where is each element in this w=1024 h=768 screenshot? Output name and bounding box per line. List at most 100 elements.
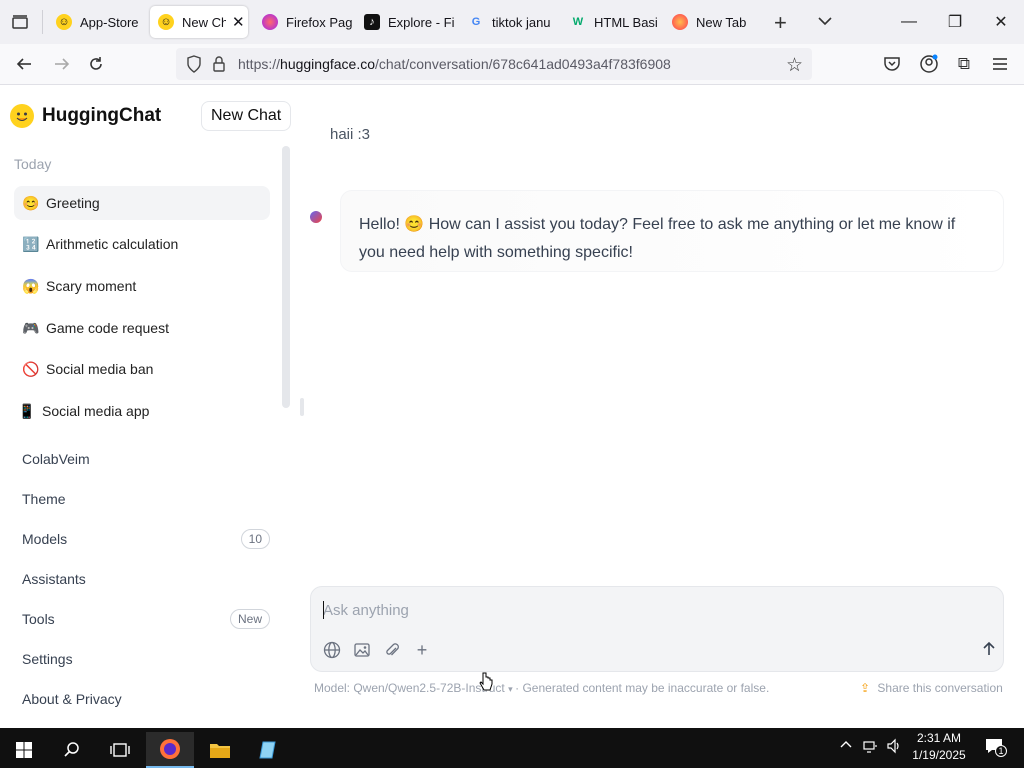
browser-nav-bar: https://huggingface.co/chat/conversation… bbox=[0, 44, 1024, 85]
firefox-icon bbox=[262, 14, 278, 30]
tab-tiktok-explore[interactable]: ♪ Explore - Fi bbox=[356, 6, 454, 38]
tab-overview-icon[interactable] bbox=[10, 12, 30, 32]
windows-taskbar: 2:31 AM 1/19/2025 1 bbox=[0, 728, 1024, 768]
theme-toggle[interactable]: Theme bbox=[22, 487, 270, 511]
about-privacy-link[interactable]: About & Privacy bbox=[22, 687, 270, 711]
section-label-today: Today bbox=[14, 156, 52, 172]
close-window-button[interactable]: ✕ bbox=[978, 0, 1024, 44]
conversation-scary-moment[interactable]: 😱 Scary moment bbox=[14, 269, 270, 303]
tab-google-search[interactable]: G tiktok janu bbox=[460, 6, 558, 38]
file-explorer-icon[interactable] bbox=[196, 732, 244, 768]
close-tab-icon[interactable]: ✕ bbox=[232, 13, 245, 31]
conversation-label: Scary moment bbox=[46, 278, 137, 294]
restore-button[interactable]: ❐ bbox=[932, 0, 978, 44]
conversation-label: Social media app bbox=[42, 403, 150, 419]
account-icon[interactable] bbox=[917, 52, 941, 76]
task-view-icon[interactable] bbox=[96, 732, 144, 768]
tracking-shield-icon[interactable] bbox=[186, 55, 202, 78]
notepad-icon[interactable] bbox=[244, 732, 292, 768]
emoji-icon: 📱 bbox=[18, 402, 36, 419]
back-arrow-icon[interactable] bbox=[12, 52, 36, 76]
assistant-message-line: Hello! 😊 How can I assist you today? Fee… bbox=[359, 216, 956, 233]
conversation-greeting[interactable]: 😊 Greeting bbox=[14, 186, 270, 220]
lock-icon[interactable] bbox=[212, 55, 226, 78]
show-hidden-icons-chevron-icon[interactable] bbox=[840, 738, 852, 754]
emoji-icon: 🔢 bbox=[22, 235, 40, 252]
clock-time: 2:31 AM bbox=[916, 731, 962, 745]
model-selector-link[interactable]: Model: Qwen/Qwen2.5-72B-Instruct bbox=[314, 681, 505, 695]
models-count-badge: 10 bbox=[240, 529, 270, 549]
web-search-globe-icon[interactable] bbox=[321, 639, 343, 661]
attachment-paperclip-icon[interactable] bbox=[381, 639, 403, 661]
new-tab-plus-icon[interactable]: + bbox=[774, 10, 787, 36]
send-button[interactable] bbox=[975, 635, 1003, 663]
forward-arrow-icon[interactable] bbox=[50, 52, 74, 76]
reload-icon[interactable] bbox=[84, 52, 108, 76]
tab-label: Firefox Pag bbox=[286, 14, 352, 30]
conversation-label: Social media ban bbox=[46, 361, 154, 377]
tools-link[interactable]: Tools New bbox=[22, 607, 270, 631]
search-icon[interactable] bbox=[48, 732, 96, 768]
emoji-icon: 😱 bbox=[22, 277, 40, 294]
hugging-face-icon: ☺ bbox=[158, 14, 174, 30]
conversation-social-media-ban[interactable]: 🚫 Social media ban bbox=[14, 352, 270, 386]
conversation-label: Arithmetic calculation bbox=[46, 236, 179, 252]
tab-label: App-Store bbox=[80, 14, 139, 30]
image-generation-icon[interactable] bbox=[351, 639, 373, 661]
pocket-icon[interactable] bbox=[880, 52, 904, 76]
volume-icon[interactable] bbox=[886, 738, 902, 757]
tab-label: HTML Basi bbox=[594, 14, 658, 30]
conversation-arithmetic[interactable]: 🔢 Arithmetic calculation bbox=[14, 227, 270, 261]
firefox-taskbar-icon[interactable] bbox=[146, 732, 194, 768]
disclaimer-text: · Generated content may be inaccurate or… bbox=[515, 681, 770, 695]
brand[interactable]: HuggingChat bbox=[10, 104, 161, 128]
chat-main: haii :3 Hello! 😊 How can I assist you to… bbox=[300, 86, 1024, 728]
share-conversation-link[interactable]: ⇪ Share this conversation bbox=[860, 681, 1003, 695]
firefox-icon bbox=[672, 14, 688, 30]
sidebar: HuggingChat New Chat Today 😊 Greeting 🔢 … bbox=[0, 86, 300, 728]
assistant-message: Hello! 😊 How can I assist you today? Fee… bbox=[340, 190, 1004, 272]
more-tools-plus-icon[interactable]: + bbox=[411, 639, 433, 661]
brand-name: HuggingChat bbox=[42, 105, 162, 126]
hugging-face-icon: ☺ bbox=[56, 14, 72, 30]
google-icon: G bbox=[471, 16, 481, 28]
conversation-label: Greeting bbox=[46, 195, 100, 211]
url-text[interactable]: https://huggingface.co/chat/conversation… bbox=[238, 56, 671, 72]
windows-start-icon[interactable] bbox=[0, 732, 48, 768]
settings-link[interactable]: Settings bbox=[22, 647, 270, 671]
tab-new-tab[interactable]: New Tab bbox=[664, 6, 762, 38]
share-label: Share this conversation bbox=[877, 681, 1003, 695]
clock-date: 1/19/2025 bbox=[912, 748, 966, 762]
tab-firefox-page[interactable]: Firefox Pag bbox=[254, 6, 352, 38]
taskbar-clock[interactable]: 2:31 AM 1/19/2025 bbox=[910, 730, 968, 764]
sidebar-scrollbar[interactable] bbox=[282, 146, 290, 408]
bookmark-star-icon[interactable]: ☆ bbox=[786, 54, 803, 77]
address-bar[interactable]: https://huggingface.co/chat/conversation… bbox=[176, 48, 812, 80]
assistant-message-line: you need help with something specific! bbox=[359, 244, 633, 261]
conversation-game-code[interactable]: 🎮 Game code request bbox=[14, 311, 270, 345]
user-message: haii :3 bbox=[330, 126, 371, 143]
minimize-button[interactable]: — bbox=[886, 0, 932, 44]
chat-prompt-input[interactable] bbox=[323, 599, 923, 621]
sidebar-resize-handle[interactable] bbox=[300, 398, 304, 416]
extensions-icon[interactable]: ⧉ bbox=[952, 52, 976, 76]
emoji-icon: 🚫 bbox=[22, 360, 40, 377]
browser-tab-strip: ☺ App-Store ☺ New Cha ✕ Firefox Pag ♪ Ex… bbox=[0, 0, 1024, 44]
tab-app-store[interactable]: ☺ App-Store bbox=[48, 6, 148, 38]
notifications-icon[interactable]: 1 bbox=[984, 736, 1007, 759]
tab-new-chat[interactable]: ☺ New Cha ✕ bbox=[150, 6, 248, 38]
assistant-avatar-icon bbox=[310, 211, 322, 223]
emoji-icon: 🎮 bbox=[22, 319, 40, 336]
list-tabs-chevron-icon[interactable] bbox=[816, 12, 834, 35]
network-icon[interactable] bbox=[862, 738, 878, 757]
hamburger-menu-icon[interactable] bbox=[988, 52, 1012, 76]
hugging-face-logo-icon bbox=[10, 104, 34, 128]
models-link[interactable]: Models 10 bbox=[22, 527, 270, 551]
tiktok-icon: ♪ bbox=[364, 14, 380, 30]
new-chat-button[interactable]: New Chat bbox=[201, 101, 292, 131]
conversation-social-media-app[interactable]: 📱 Social media app bbox=[10, 394, 266, 428]
user-account-link[interactable]: ColabVeim bbox=[22, 447, 270, 471]
tab-label: New Cha bbox=[182, 14, 226, 30]
assistants-link[interactable]: Assistants bbox=[22, 567, 270, 591]
tab-html-basics[interactable]: W HTML Basi bbox=[562, 6, 660, 38]
